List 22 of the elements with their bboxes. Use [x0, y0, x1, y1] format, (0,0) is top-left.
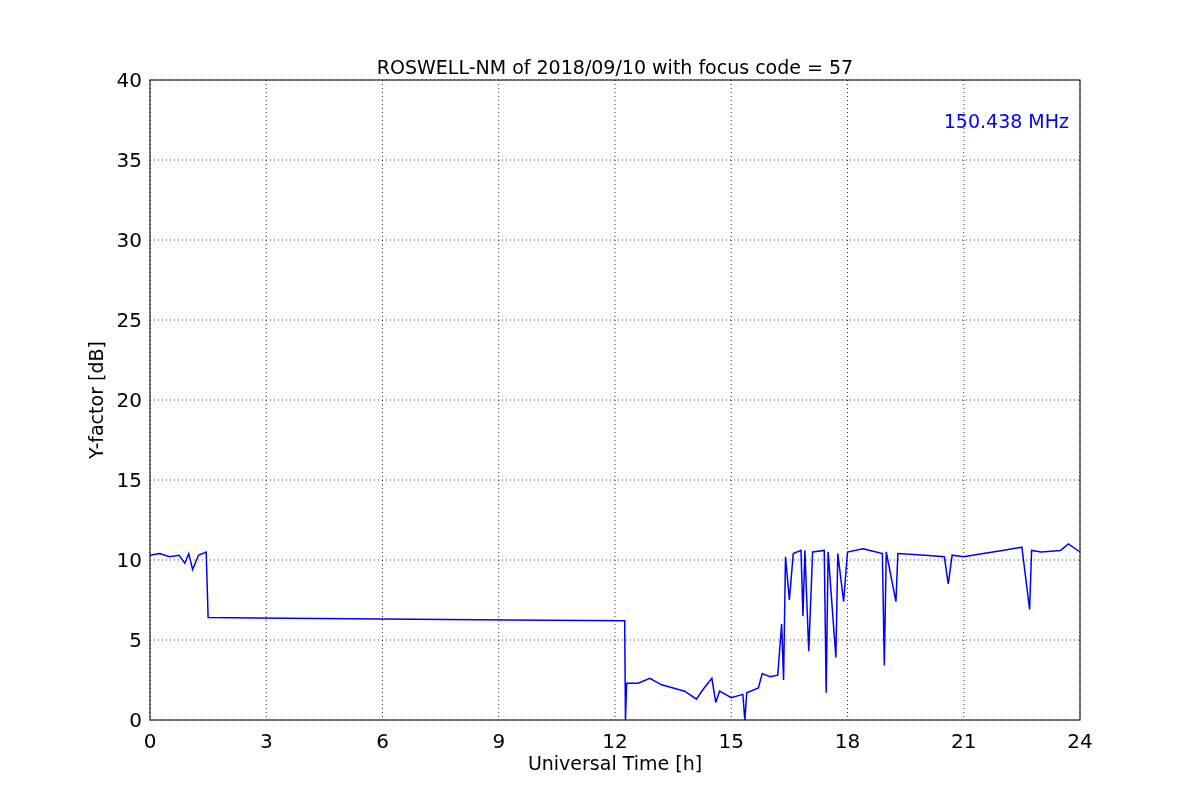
- x-tick-label: 3: [259, 729, 273, 753]
- chart-title: ROSWELL-NM of 2018/09/10 with focus code = 57: [376, 56, 854, 78]
- x-tick-label: 9: [492, 729, 506, 753]
- y-axis-label: Y-factor [dB]: [85, 341, 107, 459]
- x-axis-label: Universal Time [h]: [527, 752, 703, 774]
- y-tick-label: 15: [116, 468, 142, 492]
- x-tick-label: 12: [602, 729, 628, 753]
- y-tick-label: 30: [116, 228, 142, 252]
- x-tick-label: 18: [834, 729, 861, 753]
- x-tick-label: 0: [143, 729, 157, 753]
- x-tick-label: 15: [718, 729, 744, 753]
- y-tick-label: 40: [116, 68, 142, 92]
- frequency-label: 150.438 MHz: [943, 110, 1069, 132]
- y-tick-label: 35: [116, 148, 142, 172]
- y-tick-label: 0: [129, 708, 142, 732]
- x-tick-label: 21: [951, 729, 977, 753]
- y-tick-label: 10: [116, 548, 142, 572]
- x-tick-label: 6: [376, 729, 389, 753]
- y-tick-label: 5: [129, 628, 142, 652]
- y-tick-label: 20: [116, 388, 142, 412]
- x-tick-label: 24: [1067, 729, 1093, 753]
- y-tick-label: 25: [116, 308, 142, 332]
